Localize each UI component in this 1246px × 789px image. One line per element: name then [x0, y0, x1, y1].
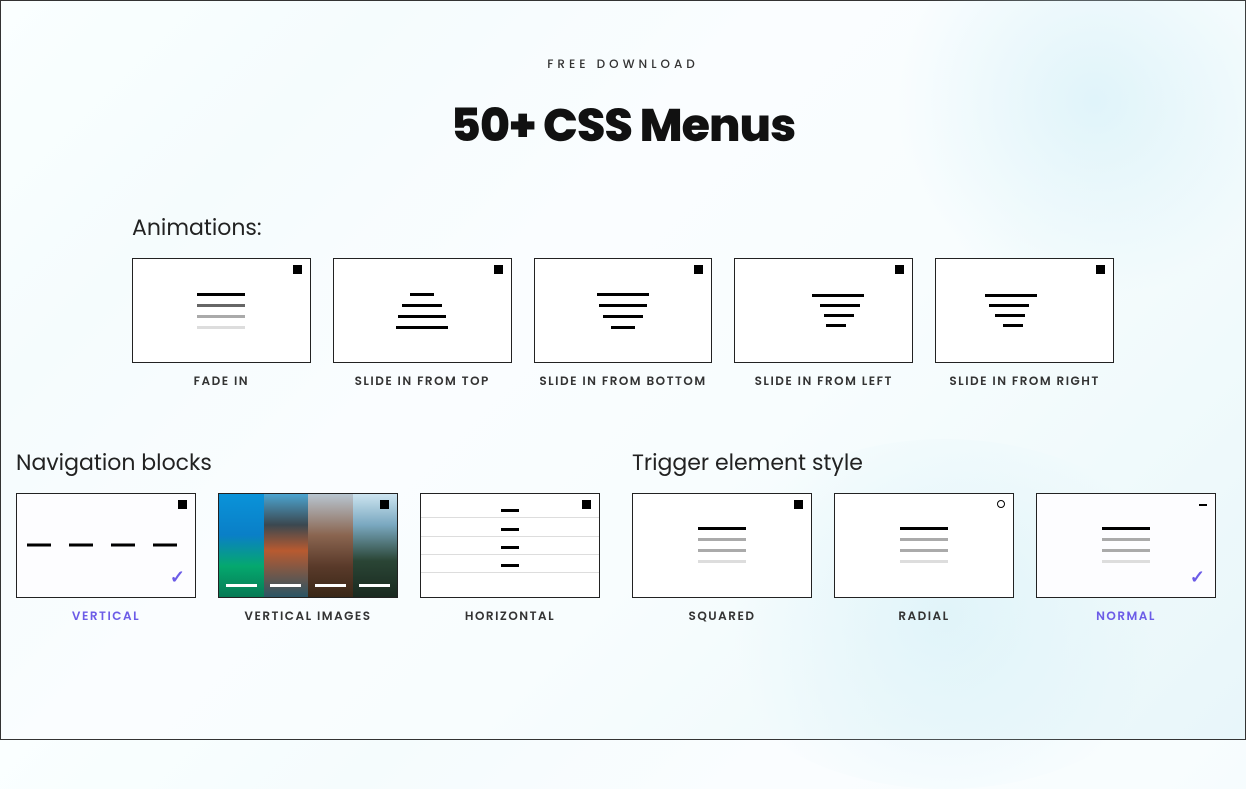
trigger-option-label: RADIAL [834, 609, 1014, 626]
close-icon [895, 265, 904, 274]
check-icon: ✓ [1190, 564, 1205, 591]
check-icon: ✓ [170, 564, 185, 591]
nav-block-label: HORIZONTAL [420, 609, 600, 626]
menu-lines-icon [197, 293, 245, 329]
animation-option-slide-top[interactable]: SLIDE IN FROM TOP [333, 258, 512, 391]
close-icon [293, 265, 302, 274]
trigger-squared[interactable]: SQUARED [632, 493, 812, 626]
menu-lines-icon [396, 293, 448, 329]
vertical-dashes-icon [27, 544, 177, 547]
nav-block-label: VERTICAL IMAGES [218, 609, 398, 626]
circle-icon [997, 500, 1005, 508]
menu-lines-icon [784, 294, 864, 327]
close-icon [694, 265, 703, 274]
trigger-label: Trigger element style [632, 446, 1216, 479]
close-icon [1096, 265, 1105, 274]
nav-block-vertical[interactable]: ✓ VERTICAL [16, 493, 196, 626]
animation-label: SLIDE IN FROM LEFT [734, 374, 913, 391]
nav-block-vertical-images[interactable]: VERTICAL IMAGES [218, 493, 398, 626]
animation-label: SLIDE IN FROM RIGHT [935, 374, 1114, 391]
animations-label: Animations: [132, 211, 1114, 244]
page-title: 50+ CSS Menus [16, 92, 1230, 161]
menu-lines-icon [1102, 527, 1150, 563]
menu-lines-icon [900, 527, 948, 563]
close-icon [178, 500, 187, 509]
nav-blocks-label: Navigation blocks [16, 446, 600, 479]
menu-lines-icon [985, 294, 1065, 327]
animation-label: SLIDE IN FROM BOTTOM [534, 374, 713, 391]
trigger-normal[interactable]: ✓ NORMAL [1036, 493, 1216, 626]
animation-option-fade-in[interactable]: FADE IN [132, 258, 311, 391]
close-icon [494, 265, 503, 274]
menu-lines-icon [597, 293, 649, 329]
animation-label: FADE IN [132, 374, 311, 391]
animation-option-slide-bottom[interactable]: SLIDE IN FROM BOTTOM [534, 258, 713, 391]
horizontal-rows-icon [421, 494, 599, 597]
animation-label: SLIDE IN FROM TOP [333, 374, 512, 391]
animations-row: FADE IN SLIDE IN FROM TOP [132, 258, 1114, 391]
nav-block-horizontal[interactable]: HORIZONTAL [420, 493, 600, 626]
square-icon [794, 500, 803, 509]
nav-block-label: VERTICAL [16, 609, 196, 626]
animation-option-slide-left[interactable]: SLIDE IN FROM LEFT [734, 258, 913, 391]
vertical-images-icon [219, 494, 397, 597]
menu-lines-icon [698, 527, 746, 563]
close-icon [582, 500, 591, 509]
animation-option-slide-right[interactable]: SLIDE IN FROM RIGHT [935, 258, 1114, 391]
trigger-option-label: NORMAL [1036, 609, 1216, 626]
trigger-option-label: SQUARED [632, 609, 812, 626]
dash-icon [1199, 504, 1207, 506]
subtitle: FREE DOWNLOAD [16, 56, 1230, 74]
trigger-radial[interactable]: RADIAL [834, 493, 1014, 626]
close-icon [380, 500, 389, 509]
